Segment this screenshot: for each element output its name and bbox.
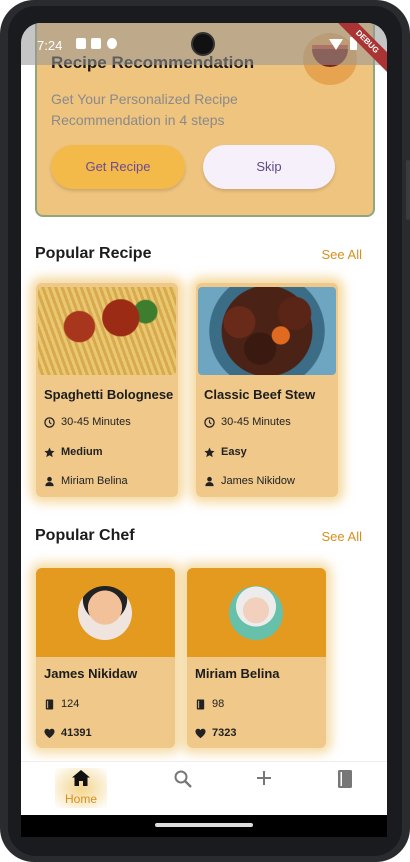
recipe-time: 30-45 Minutes	[221, 416, 291, 428]
chef-card[interactable]: James Nikidaw 124 41391	[36, 568, 175, 748]
chef-recipes-count: 124	[61, 698, 80, 710]
chef-recipes-row: 124	[44, 698, 79, 710]
camera-cutout	[193, 34, 213, 54]
bottom-navigation: Home	[21, 761, 387, 816]
recipe-difficulty-row: Medium	[44, 446, 103, 458]
chef-card-header	[36, 568, 175, 657]
chef-avatar	[229, 586, 283, 640]
chef-name: Miriam Belina	[195, 666, 280, 681]
recipe-chef-row: James Nikidow	[204, 475, 295, 487]
recipe-card[interactable]: Classic Beef Stew 30-45 Minutes Easy Jam…	[196, 283, 338, 497]
clock-icon	[44, 416, 55, 428]
search-icon	[174, 770, 192, 788]
nav-add[interactable]	[234, 770, 294, 791]
wifi-icon	[329, 39, 343, 50]
home-gesture-handle[interactable]	[155, 823, 253, 827]
spaghetti-image	[38, 287, 176, 375]
recommendation-subtitle: Get Your Personalized Recipe Recommendat…	[51, 91, 238, 128]
recipe-name: Spaghetti Bolognese	[44, 387, 174, 402]
sync-icon	[107, 38, 117, 49]
chef-recipes-row: 98	[195, 698, 224, 710]
chef-likes-count: 41391	[61, 727, 92, 739]
recipe-time-row: 30-45 Minutes	[44, 416, 131, 428]
skip-button[interactable]: Skip	[203, 145, 335, 189]
home-icon	[72, 770, 90, 786]
chef-name: James Nikidaw	[44, 666, 138, 681]
notification-icon	[76, 38, 86, 49]
chef-likes-count: 7323	[212, 727, 237, 739]
heart-icon	[44, 728, 55, 738]
recipe-difficulty: Medium	[61, 446, 103, 458]
chef-card-header	[187, 568, 326, 657]
plus-icon	[257, 771, 271, 785]
star-icon	[204, 446, 215, 457]
recipe-chef: James Nikidow	[221, 475, 295, 487]
popular-chef-title: Popular Chef	[35, 527, 135, 544]
nav-search[interactable]	[153, 770, 213, 793]
popular-recipe-title: Popular Recipe	[35, 245, 152, 262]
recipe-see-all-link[interactable]: See All	[322, 247, 362, 262]
recipe-chef-row: Miriam Belina	[44, 475, 128, 487]
recipe-time: 30-45 Minutes	[61, 416, 131, 428]
nav-home[interactable]: Home	[51, 768, 111, 808]
chef-see-all-link[interactable]: See All	[322, 529, 362, 544]
nav-library[interactable]	[315, 770, 375, 793]
recipe-chef: Miriam Belina	[61, 475, 128, 487]
nav-home-label: Home	[64, 792, 97, 806]
recipe-difficulty: Easy	[221, 446, 247, 458]
recipe-difficulty-row: Easy	[204, 446, 247, 458]
chef-likes-row: 41391	[44, 727, 92, 739]
phone-frame: 7:24 DEBUG Recipe Recommendation Get You…	[0, 0, 410, 862]
volume-button	[406, 160, 410, 220]
recipe-time-row: 30-45 Minutes	[204, 416, 291, 428]
status-bar: 7:24	[21, 23, 387, 65]
recipe-name: Classic Beef Stew	[204, 387, 316, 402]
get-recipe-button[interactable]: Get Recipe	[51, 145, 185, 189]
sd-card-icon	[91, 38, 101, 49]
heart-icon	[195, 728, 206, 738]
book-icon	[338, 770, 352, 788]
book-icon	[196, 698, 205, 710]
chef-avatar	[78, 586, 132, 640]
book-icon	[45, 698, 54, 710]
app-screen: 7:24 DEBUG Recipe Recommendation Get You…	[21, 23, 387, 837]
beef-stew-image	[198, 287, 336, 375]
person-icon	[45, 476, 54, 486]
chef-card[interactable]: Miriam Belina 98 7323	[187, 568, 326, 748]
person-icon	[205, 476, 214, 486]
clock-icon	[204, 416, 215, 428]
recipe-card[interactable]: Spaghetti Bolognese 30-45 Minutes Medium…	[36, 283, 178, 497]
chef-recipes-count: 98	[212, 698, 225, 710]
status-time: 7:24	[37, 38, 63, 53]
chef-likes-row: 7323	[195, 727, 236, 739]
star-icon	[44, 446, 55, 457]
